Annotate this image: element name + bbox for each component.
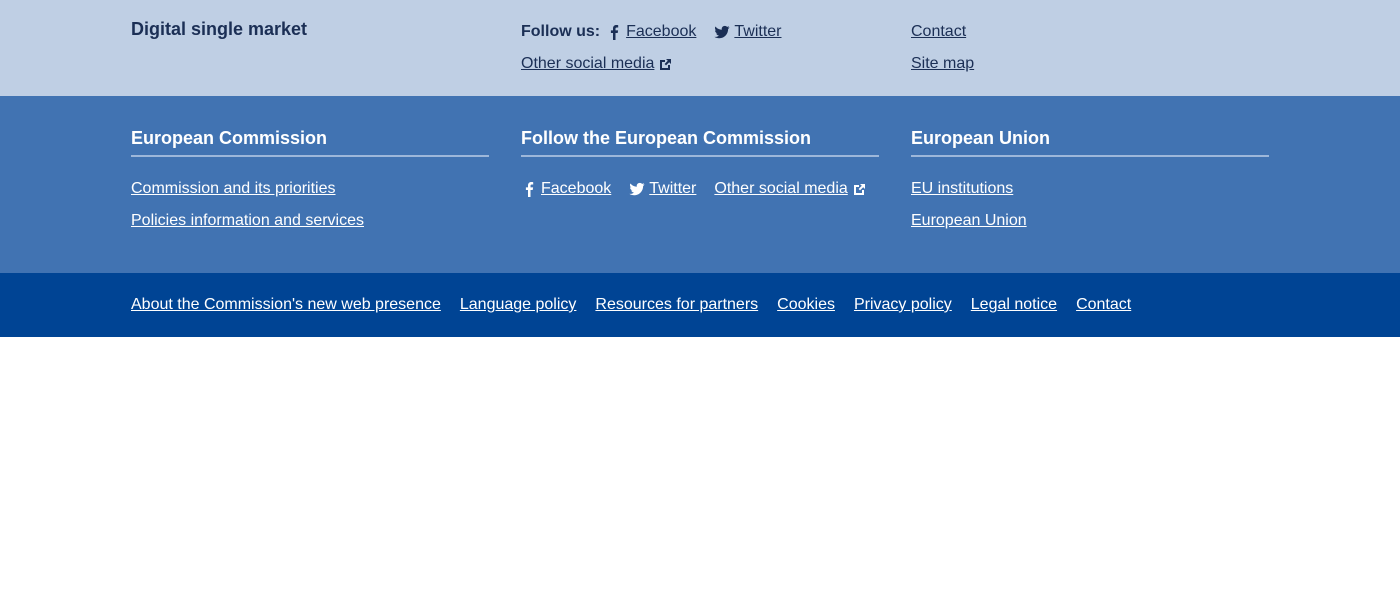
follow-us-label: Follow us: bbox=[521, 23, 601, 40]
eu-institutions-link[interactable]: EU institutions bbox=[911, 180, 1013, 198]
external-link-icon bbox=[853, 183, 865, 195]
follow-commission-heading: Follow the European Commission bbox=[521, 126, 879, 157]
language-policy-link[interactable]: Language policy bbox=[460, 296, 577, 314]
policies-information-link[interactable]: Policies information and services bbox=[131, 212, 364, 230]
other-social-media-link[interactable]: Other social media bbox=[521, 55, 654, 73]
footer-corporate-band: European Commission Commission and its p… bbox=[0, 96, 1400, 273]
commission-other-social-link[interactable]: Other social media bbox=[714, 180, 847, 198]
european-union-link[interactable]: European Union bbox=[911, 212, 1027, 230]
twitter-icon bbox=[714, 25, 730, 39]
about-web-presence-link[interactable]: About the Commission's new web presence bbox=[131, 296, 441, 314]
footer-contact-link[interactable]: Contact bbox=[1076, 296, 1131, 314]
twitter-link-item[interactable]: Twitter bbox=[714, 23, 782, 41]
commission-facebook-item[interactable]: Facebook bbox=[521, 180, 611, 198]
site-links-section: Contact Site map bbox=[911, 21, 974, 75]
contact-link[interactable]: Contact bbox=[911, 23, 966, 41]
legal-links: About the Commission's new web presence … bbox=[131, 294, 1150, 316]
external-link-icon bbox=[660, 58, 672, 70]
commission-heading: European Commission bbox=[131, 126, 489, 157]
european-union-column: European Union EU institutions European … bbox=[911, 126, 1269, 242]
facebook-icon bbox=[525, 182, 534, 197]
follow-us-section: Follow us: Facebook Twitter Other social… bbox=[521, 21, 800, 75]
twitter-icon bbox=[629, 182, 645, 196]
commission-twitter-link[interactable]: Twitter bbox=[649, 180, 696, 198]
legal-notice-link[interactable]: Legal notice bbox=[971, 296, 1057, 314]
privacy-policy-link[interactable]: Privacy policy bbox=[854, 296, 952, 314]
commission-column: European Commission Commission and its p… bbox=[131, 126, 489, 242]
european-union-heading: European Union bbox=[911, 126, 1269, 157]
commission-priorities-link[interactable]: Commission and its priorities bbox=[131, 180, 336, 198]
facebook-icon bbox=[611, 25, 619, 40]
site-name: Digital single market bbox=[131, 19, 308, 39]
footer-legal-band: About the Commission's new web presence … bbox=[0, 273, 1400, 337]
site-map-link[interactable]: Site map bbox=[911, 55, 974, 73]
commission-facebook-link[interactable]: Facebook bbox=[541, 180, 611, 198]
footer-site-band: Digital single market Follow us: Faceboo… bbox=[0, 0, 1400, 96]
commission-twitter-item[interactable]: Twitter bbox=[629, 180, 696, 198]
twitter-link[interactable]: Twitter bbox=[734, 23, 781, 41]
resources-for-partners-link[interactable]: Resources for partners bbox=[595, 296, 758, 314]
cookies-link[interactable]: Cookies bbox=[777, 296, 835, 314]
facebook-link-item[interactable]: Facebook bbox=[606, 23, 696, 41]
follow-commission-column: Follow the European Commission Facebook … bbox=[521, 126, 879, 210]
facebook-link[interactable]: Facebook bbox=[626, 23, 696, 41]
